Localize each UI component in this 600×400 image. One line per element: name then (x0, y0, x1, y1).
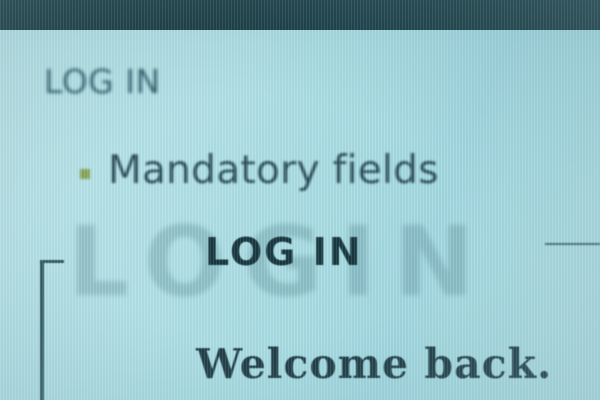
nav-login-label: LOG IN (44, 62, 161, 101)
welcome-message: Welcome back. (196, 340, 553, 388)
top-bar (0, 0, 600, 30)
nav-login-link[interactable]: LOG IN (22, 62, 161, 101)
bullet-square-icon (80, 168, 90, 179)
login-panel-border-left (40, 262, 44, 400)
mandatory-fields-text: Mandatory fields (108, 148, 439, 193)
login-panel-border-top-right (545, 243, 600, 245)
login-panel-border-top-left (40, 260, 64, 263)
mandatory-fields-note: Mandatory fields (80, 148, 439, 193)
login-panel-title: LOG IN (205, 230, 363, 274)
